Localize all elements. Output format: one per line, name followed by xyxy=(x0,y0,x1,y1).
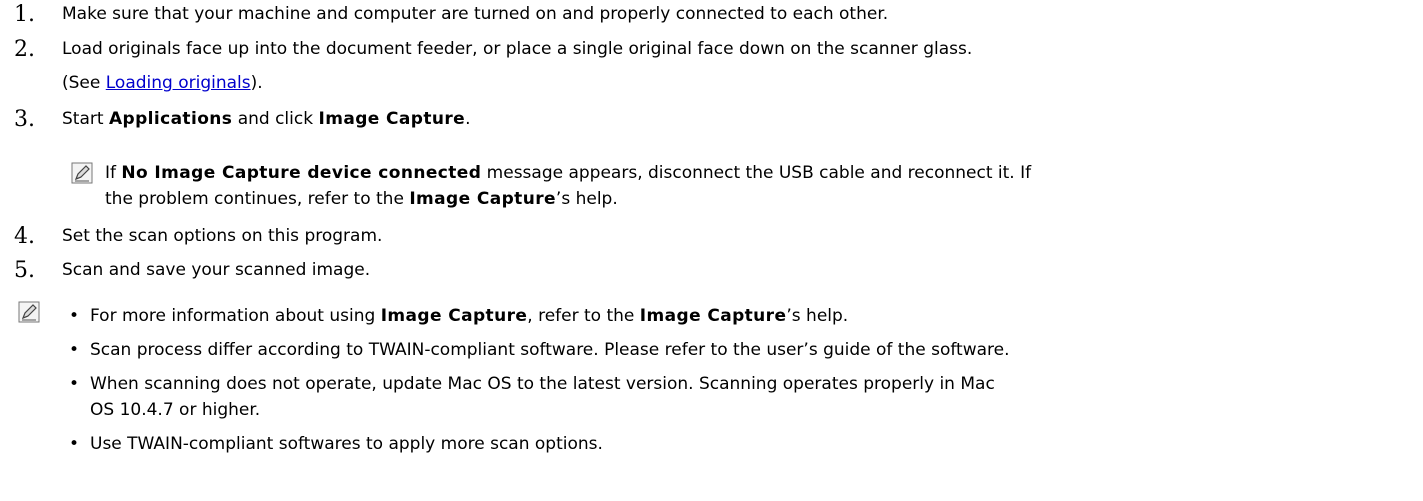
step-text: Load originals face up into the document… xyxy=(62,39,973,59)
note-pencil-icon xyxy=(18,301,40,323)
image-capture-label: Image Capture xyxy=(318,109,466,129)
step-number: 2. xyxy=(14,37,35,62)
inline-note-line-1: If No Image Capture device connected mes… xyxy=(105,163,1032,183)
step-text: Set the scan options on this program. xyxy=(62,226,383,246)
step-text: Start Applications and click Image Captu… xyxy=(62,109,471,129)
bullet: • xyxy=(68,340,80,360)
bullet: • xyxy=(68,434,80,454)
loading-originals-link[interactable]: Loading originals xyxy=(106,73,251,93)
bullet: • xyxy=(68,374,80,394)
step-text: Scan and save your scanned image. xyxy=(62,260,371,280)
step-number: 1. xyxy=(14,2,35,27)
note-pencil-icon xyxy=(71,162,93,184)
inline-note-line-2: the problem continues, refer to the Imag… xyxy=(105,189,618,209)
step-number: 5. xyxy=(14,258,35,283)
applications-label: Applications xyxy=(108,109,233,129)
ref-suffix: ). xyxy=(250,73,263,93)
ref-prefix: (See xyxy=(62,73,106,93)
step-number: 3. xyxy=(14,107,35,132)
bullet: • xyxy=(68,306,80,326)
step-text: Make sure that your machine and computer… xyxy=(62,4,889,24)
step-number: 4. xyxy=(14,224,35,249)
